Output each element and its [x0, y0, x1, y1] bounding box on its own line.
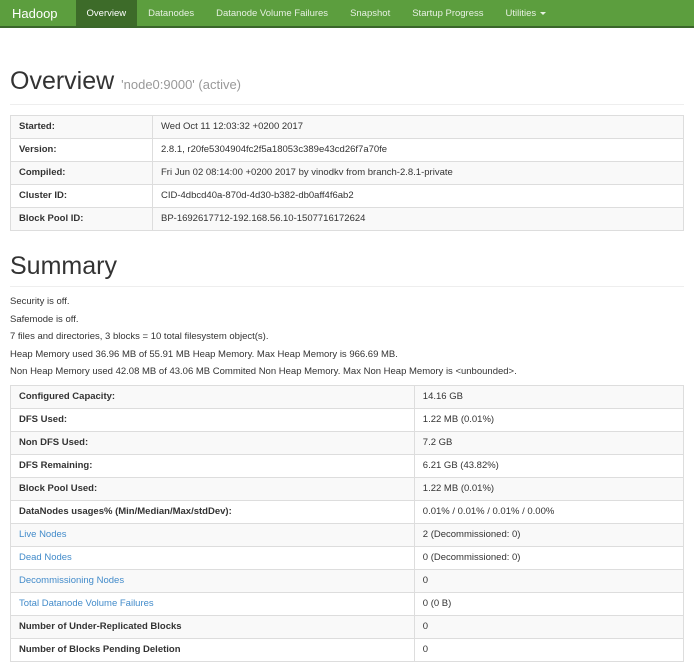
row-value: BP-1692617712-192.168.56.10-150771617262… — [153, 208, 684, 231]
table-row: Cluster ID:CID-4dbcd40a-870d-4d30-b382-d… — [11, 185, 684, 208]
page-content: Overview 'node0:9000' (active) Started:W… — [0, 68, 694, 662]
row-label: DFS Remaining: — [11, 454, 415, 477]
row-label: Block Pool Used: — [11, 477, 415, 500]
chevron-down-icon — [540, 12, 546, 15]
summary-paragraph: Non Heap Memory used 42.08 MB of 43.06 M… — [10, 367, 684, 377]
table-row: DFS Remaining:6.21 GB (43.82%) — [11, 454, 684, 477]
table-row: DFS Used:1.22 MB (0.01%) — [11, 408, 684, 431]
row-value: CID-4dbcd40a-870d-4d30-b382-db0aff4f6ab2 — [153, 185, 684, 208]
overview-heading: Overview 'node0:9000' (active) — [10, 68, 684, 98]
row-label: Number of Under-Replicated Blocks — [11, 615, 415, 638]
summary-table: Configured Capacity:14.16 GBDFS Used:1.2… — [10, 385, 684, 662]
table-row: Version:2.8.1, r20fe5304904fc2f5a18053c3… — [11, 139, 684, 162]
row-label: Decommissioning Nodes — [11, 569, 415, 592]
table-row: Number of Under-Replicated Blocks0 — [11, 615, 684, 638]
row-value: 14.16 GB — [414, 385, 683, 408]
namenode-info-table-body: Started:Wed Oct 11 12:03:32 +0200 2017Ve… — [11, 116, 684, 231]
dead-nodes-link[interactable]: Dead Nodes — [19, 552, 72, 563]
row-label: Non DFS Used: — [11, 431, 415, 454]
tab-utilities[interactable]: Utilities — [495, 0, 558, 26]
live-nodes-link[interactable]: Live Nodes — [19, 529, 67, 540]
row-value: 7.2 GB — [414, 431, 683, 454]
row-label: Block Pool ID: — [11, 208, 153, 231]
summary-paragraph: Security is off. — [10, 297, 684, 307]
tab-overview[interactable]: Overview — [76, 0, 138, 26]
summary-paragraph: Heap Memory used 36.96 MB of 55.91 MB He… — [10, 350, 684, 360]
table-row: Decommissioning Nodes 0 — [11, 569, 684, 592]
row-value: 0 — [414, 569, 683, 592]
namenode-address-label: 'node0:9000' (active) — [121, 77, 241, 92]
row-value: 0 — [414, 615, 683, 638]
row-value: 0 — [414, 638, 683, 661]
table-row: DataNodes usages% (Min/Median/Max/stdDev… — [11, 500, 684, 523]
navbar-tabs: OverviewDatanodesDatanode Volume Failure… — [76, 0, 558, 26]
row-label: Version: — [11, 139, 153, 162]
tab-datanode-volume-failures[interactable]: Datanode Volume Failures — [205, 0, 339, 26]
row-value: 0.01% / 0.01% / 0.01% / 0.00% — [414, 500, 683, 523]
row-value: 1.22 MB (0.01%) — [414, 408, 683, 431]
overview-divider — [10, 104, 684, 105]
total-datanode-volume-failures-link[interactable]: Total Datanode Volume Failures — [19, 598, 154, 609]
row-label: Started: — [11, 116, 153, 139]
row-label: Live Nodes — [11, 523, 415, 546]
row-label: Cluster ID: — [11, 185, 153, 208]
row-label: DataNodes usages% (Min/Median/Max/stdDev… — [11, 500, 415, 523]
table-row: Dead Nodes 0 (Decommissioned: 0) — [11, 546, 684, 569]
tab-snapshot[interactable]: Snapshot — [339, 0, 401, 26]
table-row: Non DFS Used:7.2 GB — [11, 431, 684, 454]
row-label: Compiled: — [11, 162, 153, 185]
summary-paragraph: 7 files and directories, 3 blocks = 10 t… — [10, 332, 684, 342]
summary-status-text: Security is off. Safemode is off. 7 files … — [10, 297, 684, 377]
row-value: 2.8.1, r20fe5304904fc2f5a18053c389e43cd2… — [153, 139, 684, 162]
table-row: Live Nodes 2 (Decommissioned: 0) — [11, 523, 684, 546]
summary-divider — [10, 286, 684, 287]
table-row: Block Pool Used:1.22 MB (0.01%) — [11, 477, 684, 500]
summary-table-body: Configured Capacity:14.16 GBDFS Used:1.2… — [11, 385, 684, 661]
tab-startup-progress[interactable]: Startup Progress — [401, 0, 494, 26]
top-navbar: Hadoop OverviewDatanodesDatanode Volume … — [0, 0, 694, 28]
row-value: Fri Jun 02 08:14:00 +0200 2017 by vinodk… — [153, 162, 684, 185]
row-label: Number of Blocks Pending Deletion — [11, 638, 415, 661]
row-label: Configured Capacity: — [11, 385, 415, 408]
namenode-info-table: Started:Wed Oct 11 12:03:32 +0200 2017Ve… — [10, 115, 684, 231]
row-value: Wed Oct 11 12:03:32 +0200 2017 — [153, 116, 684, 139]
decommissioning-nodes-link[interactable]: Decommissioning Nodes — [19, 575, 124, 586]
row-label: Total Datanode Volume Failures — [11, 592, 415, 615]
row-value: 6.21 GB (43.82%) — [414, 454, 683, 477]
row-value: 2 (Decommissioned: 0) — [414, 523, 683, 546]
table-row: Number of Blocks Pending Deletion0 — [11, 638, 684, 661]
table-row: Block Pool ID:BP-1692617712-192.168.56.1… — [11, 208, 684, 231]
row-label: Dead Nodes — [11, 546, 415, 569]
table-row: Total Datanode Volume Failures 0 (0 B) — [11, 592, 684, 615]
row-value: 0 (0 B) — [414, 592, 683, 615]
table-row: Configured Capacity:14.16 GB — [11, 385, 684, 408]
row-value: 0 (Decommissioned: 0) — [414, 546, 683, 569]
table-row: Started:Wed Oct 11 12:03:32 +0200 2017 — [11, 116, 684, 139]
table-row: Compiled:Fri Jun 02 08:14:00 +0200 2017 … — [11, 162, 684, 185]
summary-heading: Summary — [10, 253, 684, 280]
hadoop-brand[interactable]: Hadoop — [0, 0, 70, 26]
tab-datanodes[interactable]: Datanodes — [137, 0, 205, 26]
overview-title: Overview — [10, 67, 114, 95]
summary-paragraph: Safemode is off. — [10, 315, 684, 325]
row-label: DFS Used: — [11, 408, 415, 431]
row-value: 1.22 MB (0.01%) — [414, 477, 683, 500]
